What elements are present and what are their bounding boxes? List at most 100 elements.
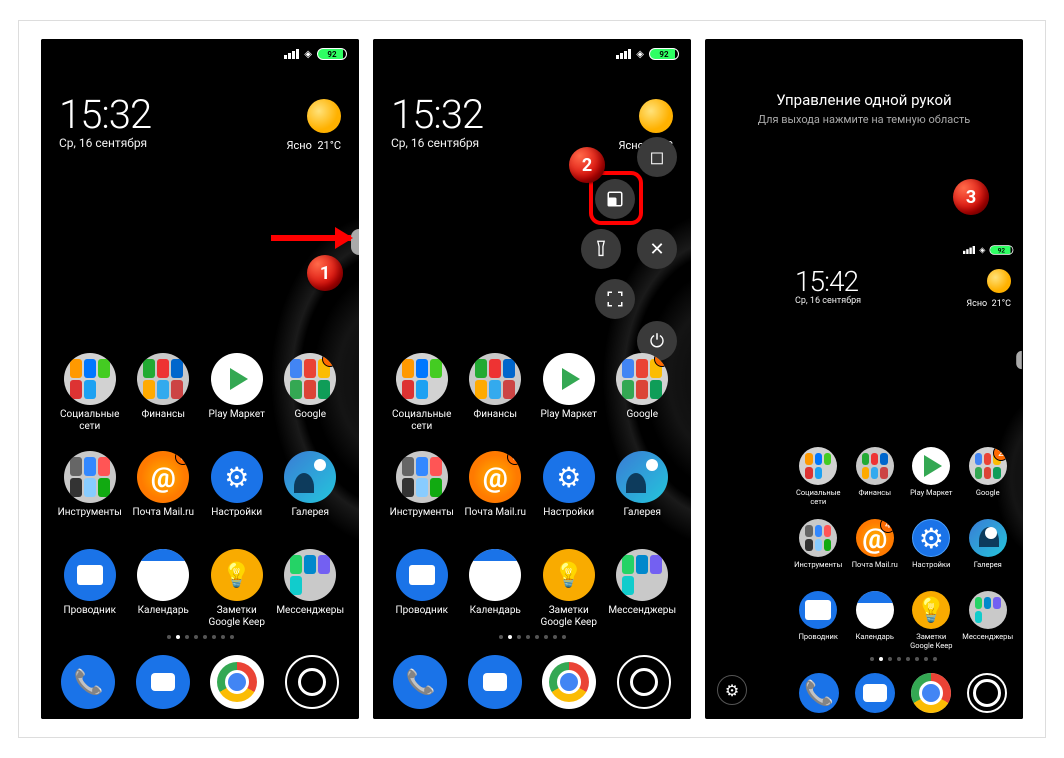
- one-hand-subtitle: Для выхода нажмите на темную область: [705, 113, 1023, 126]
- wifi-icon: ◈: [979, 246, 985, 255]
- phone-screen-3: Управление одной рукой Для выхода нажмит…: [705, 39, 1023, 719]
- signal-icon: [616, 49, 631, 59]
- app-calendar[interactable]: 16Календарь: [461, 549, 531, 629]
- page-indicator: [373, 635, 691, 639]
- dock-chrome[interactable]: [542, 655, 596, 709]
- app-settings[interactable]: Настройки: [534, 451, 604, 531]
- folder-finance[interactable]: Финансы: [461, 353, 531, 433]
- folder-google[interactable]: 2Google: [961, 447, 1016, 507]
- clock-date: Ср, 16 сентября: [59, 136, 151, 150]
- step-badge-2: 2: [569, 147, 605, 183]
- folder-finance[interactable]: Финансы: [129, 353, 199, 433]
- dock-chrome[interactable]: [210, 655, 264, 709]
- app-play-store[interactable]: Play Маркет: [534, 353, 604, 433]
- battery-indicator: 92: [317, 48, 347, 60]
- dock-messages[interactable]: [855, 673, 895, 713]
- folder-messengers[interactable]: Мессенджеры: [276, 549, 346, 629]
- app-settings[interactable]: Настройки: [904, 519, 959, 579]
- quick-ball-handle[interactable]: [1016, 351, 1022, 369]
- app-grid: Социальные сети Финансы Play Маркет 2Goo…: [783, 447, 1023, 651]
- status-bar: ◈ 92: [831, 243, 1023, 257]
- app-grid: Социальные сети Финансы Play Маркет 1Goo…: [373, 353, 691, 629]
- app-calendar[interactable]: 16Календарь: [129, 549, 199, 629]
- dock-camera[interactable]: [617, 655, 671, 709]
- folder-social[interactable]: Социальные сети: [791, 447, 846, 507]
- status-bar: ◈ 92: [373, 45, 691, 63]
- app-mailru[interactable]: 3Почта Mail.ru: [129, 451, 199, 531]
- app-keep[interactable]: Заметки Google Keep: [904, 591, 959, 651]
- app-play-store[interactable]: Play Маркет: [904, 447, 959, 507]
- app-mailru[interactable]: 4Почта Mail.ru: [848, 519, 903, 579]
- dock: [373, 655, 691, 709]
- one-hand-title: Управление одной рукой: [705, 91, 1023, 109]
- dock-messages[interactable]: [136, 655, 190, 709]
- app-calendar[interactable]: 16Календарь: [848, 591, 903, 651]
- shortcut-flashlight[interactable]: [581, 229, 621, 269]
- phone-screen-2: ◈ 92 15:32 Ср, 16 сентября Ясно 21°C ◻ ✕…: [373, 39, 691, 719]
- folder-tools[interactable]: Инструменты: [387, 451, 457, 531]
- shortcut-close[interactable]: ✕: [637, 229, 677, 269]
- wifi-icon: ◈: [636, 49, 644, 60]
- signal-icon: [284, 49, 299, 59]
- phone-screen-1: ◈ 92 15:32 Ср, 16 сентября Ясно 21°C 1 С…: [41, 39, 359, 719]
- signal-icon: [963, 246, 975, 254]
- app-keep[interactable]: Заметки Google Keep: [202, 549, 272, 629]
- one-hand-header: Управление одной рукой Для выхода нажмит…: [705, 91, 1023, 126]
- shortcut-screenshot[interactable]: ◻: [637, 137, 677, 177]
- clock-date: Ср, 16 сентября: [795, 296, 861, 306]
- one-hand-viewport[interactable]: ◈ 92 15:42 Ср, 16 сентября Ясно 21°C Соц…: [783, 237, 1023, 719]
- app-play-store[interactable]: Play Маркет: [202, 353, 272, 433]
- clock-time: 15:32: [391, 91, 483, 138]
- app-grid: Социальные сети Финансы Play Маркет 1Goo…: [41, 353, 359, 629]
- app-file-manager[interactable]: Проводник: [55, 549, 125, 629]
- clock-time: 15:32: [59, 91, 151, 138]
- folder-google[interactable]: 1Google: [608, 353, 678, 433]
- clock-date: Ср, 16 сентября: [391, 136, 483, 150]
- folder-finance[interactable]: Финансы: [848, 447, 903, 507]
- sun-icon: [307, 99, 341, 133]
- dock-chrome[interactable]: [911, 673, 951, 713]
- app-gallery[interactable]: Галерея: [961, 519, 1016, 579]
- wifi-icon: ◈: [304, 49, 312, 60]
- app-file-manager[interactable]: Проводник: [791, 591, 846, 651]
- app-settings[interactable]: Настройки: [202, 451, 272, 531]
- one-hand-settings-button[interactable]: ⚙: [717, 675, 747, 705]
- sun-icon: [987, 269, 1011, 293]
- weather-widget[interactable]: Ясно 21°C: [966, 269, 1011, 309]
- status-bar: ◈ 92: [41, 45, 359, 63]
- folder-social[interactable]: Социальные сети: [387, 353, 457, 433]
- clock-widget[interactable]: 15:32 Ср, 16 сентября: [59, 91, 151, 150]
- battery-indicator: 92: [989, 245, 1013, 255]
- dock-phone[interactable]: [799, 673, 839, 713]
- app-gallery[interactable]: Галерея: [276, 451, 346, 531]
- folder-tools[interactable]: Инструменты: [55, 451, 125, 531]
- weather-widget[interactable]: Ясно 21°C: [287, 99, 342, 152]
- app-gallery[interactable]: Галерея: [608, 451, 678, 531]
- folder-google[interactable]: 1Google: [276, 353, 346, 433]
- app-file-manager[interactable]: Проводник: [387, 549, 457, 629]
- tutorial-arrow: [271, 235, 351, 241]
- sun-icon: [639, 99, 673, 133]
- dock: [783, 673, 1023, 713]
- folder-messengers[interactable]: Мессенджеры: [961, 591, 1016, 651]
- shortcut-scan[interactable]: [595, 279, 635, 319]
- folder-social[interactable]: Социальные сети: [55, 353, 125, 433]
- dock: [41, 655, 359, 709]
- dock-messages[interactable]: [468, 655, 522, 709]
- dock-camera[interactable]: [967, 673, 1007, 713]
- page-indicator: [41, 635, 359, 639]
- dock-camera[interactable]: [285, 655, 339, 709]
- dock-phone[interactable]: [393, 655, 447, 709]
- shortcut-one-hand[interactable]: [595, 179, 635, 219]
- folder-tools[interactable]: Инструменты: [791, 519, 846, 579]
- step-badge-1: 1: [307, 255, 343, 291]
- clock-time: 15:42: [795, 265, 861, 298]
- folder-messengers[interactable]: Мессенджеры: [608, 549, 678, 629]
- app-keep[interactable]: Заметки Google Keep: [534, 549, 604, 629]
- dock-phone[interactable]: [61, 655, 115, 709]
- battery-indicator: 92: [649, 48, 679, 60]
- clock-widget[interactable]: 15:32 Ср, 16 сентября: [391, 91, 483, 150]
- app-mailru[interactable]: 3Почта Mail.ru: [461, 451, 531, 531]
- clock-widget[interactable]: 15:42 Ср, 16 сентября: [795, 265, 861, 306]
- page-indicator: [783, 657, 1023, 661]
